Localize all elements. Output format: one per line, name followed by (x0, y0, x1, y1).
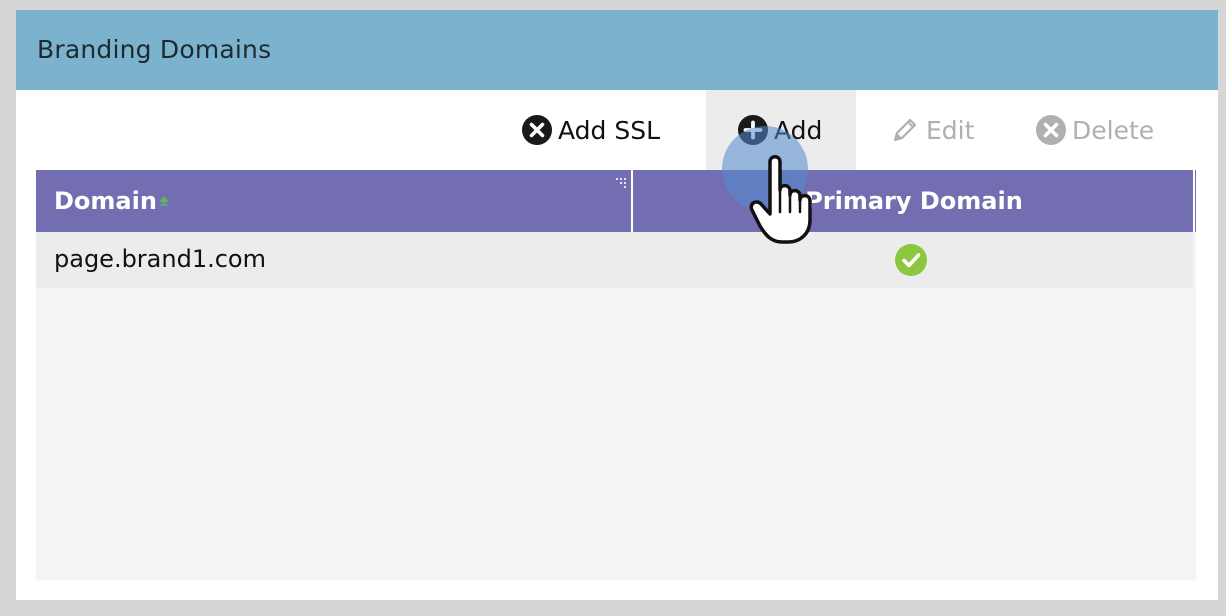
edit-button[interactable]: Edit (890, 90, 1000, 170)
table-row[interactable]: page.brand1.com (36, 232, 1193, 288)
add-ssl-label: Add SSL (558, 115, 661, 145)
domain-cell: page.brand1.com (54, 245, 266, 273)
sort-ascending-icon[interactable] (156, 194, 172, 208)
delete-label: Delete (1072, 115, 1155, 145)
branding-domains-panel: Branding Domains Add SSL Add Edit Delete… (16, 10, 1218, 600)
hand-pointer-cursor-icon (749, 155, 812, 244)
close-circle-icon (522, 115, 552, 145)
column-header-primary-domain[interactable]: Primary Domain (633, 170, 1195, 232)
delete-button[interactable]: Delete (1036, 90, 1186, 170)
column-menu-icon[interactable] (614, 176, 628, 190)
close-circle-icon (1036, 115, 1066, 145)
check-circle-icon (895, 244, 927, 276)
edit-label: Edit (926, 115, 975, 145)
column-label-domain: Domain (54, 187, 157, 215)
column-header-domain[interactable]: Domain (36, 170, 633, 232)
domains-grid: Domain Primary Domain page.brand1.com (36, 170, 1196, 580)
grid-header: Domain Primary Domain (36, 170, 1196, 232)
toolbar: Add SSL Add Edit Delete (16, 90, 1218, 170)
column-label-primary-domain: Primary Domain (805, 187, 1023, 215)
pencil-icon (893, 118, 917, 142)
panel-title: Branding Domains (37, 35, 272, 64)
add-ssl-button[interactable]: Add SSL (500, 90, 678, 170)
panel-header: Branding Domains (16, 10, 1218, 90)
